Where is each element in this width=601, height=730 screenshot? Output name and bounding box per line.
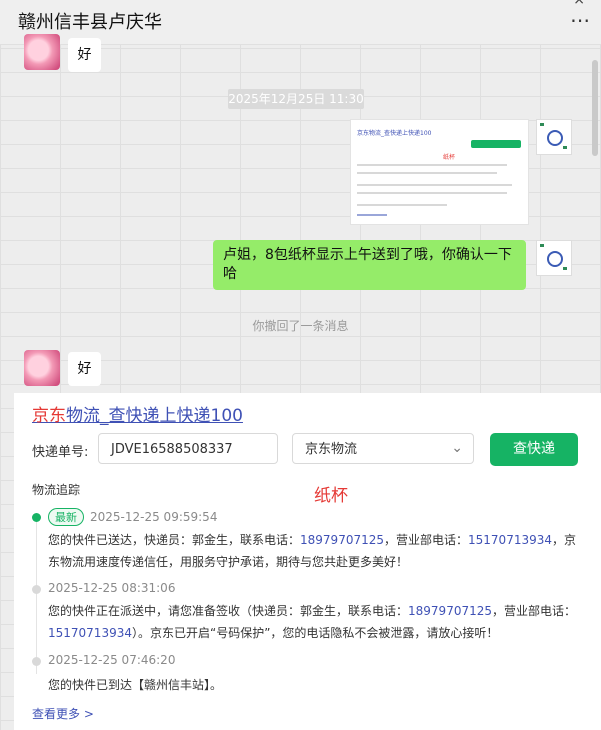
tracking-section-label: 物流追踪 xyxy=(32,483,81,497)
event-date: 2025-12-25 08:31:06 xyxy=(48,581,176,595)
carrier-select[interactable]: 京东物流 ⌄ xyxy=(292,433,474,464)
incoming-message[interactable]: 好 xyxy=(68,38,101,72)
timestamp: 2025年12月25日 11:30 xyxy=(228,89,364,109)
card-title-link[interactable]: 京东物流_查快递上快递100 xyxy=(32,401,243,426)
chevron-down-icon: ⌄ xyxy=(451,440,463,456)
scrollbar-thumb[interactable] xyxy=(592,60,598,156)
latest-badge: 最新 xyxy=(48,508,84,526)
timeline-dot-latest xyxy=(32,513,41,522)
query-button[interactable]: 查快递 xyxy=(490,433,578,466)
outgoing-message[interactable]: 卢姐，8包纸杯显示上午送到了哦，你确认一下哈 xyxy=(213,240,526,290)
event-description: 您的快件已送达，快递员：郭金生，联系电话：18979707125，营业部电话：1… xyxy=(48,533,577,569)
tracking-number-label: 快递单号: xyxy=(32,445,89,460)
see-more-link[interactable]: 查看更多 > xyxy=(32,705,94,722)
tracking-card: 京东物流_查快递上快递100 快递单号: JDVE16588508337 京东物… xyxy=(14,393,601,730)
annotation-text: 纸杯 xyxy=(314,486,348,506)
event-description: 您的快件正在派送中，请您准备签收（快递员：郭金生，联系电话：1897970712… xyxy=(48,604,577,640)
more-options-icon[interactable]: ⋯ xyxy=(570,8,591,32)
self-avatar[interactable] xyxy=(536,119,572,155)
tracking-number-input[interactable]: JDVE16588508337 xyxy=(98,433,278,464)
chat-title: 赣州信丰县卢庆华 xyxy=(18,12,162,33)
self-avatar[interactable] xyxy=(536,240,572,276)
close-icon[interactable]: × xyxy=(573,0,585,8)
screenshot-thumbnail[interactable]: 京东物流_查快递上快递100 纸杯 xyxy=(350,119,529,225)
recall-notice: 你撤回了一条消息 xyxy=(252,319,349,333)
contact-avatar[interactable] xyxy=(24,350,60,386)
event-date: 2025-12-25 07:46:20 xyxy=(48,653,176,667)
event-description: 您的快件已到达【赣州信丰站】。 xyxy=(48,678,223,692)
incoming-message[interactable]: 好 xyxy=(68,352,101,386)
timeline-dot xyxy=(32,585,41,594)
event-date: 最新 2025-12-25 09:59:54 xyxy=(48,508,217,526)
timeline-line xyxy=(36,519,37,674)
timeline-dot xyxy=(32,657,41,666)
contact-avatar[interactable] xyxy=(24,34,60,70)
